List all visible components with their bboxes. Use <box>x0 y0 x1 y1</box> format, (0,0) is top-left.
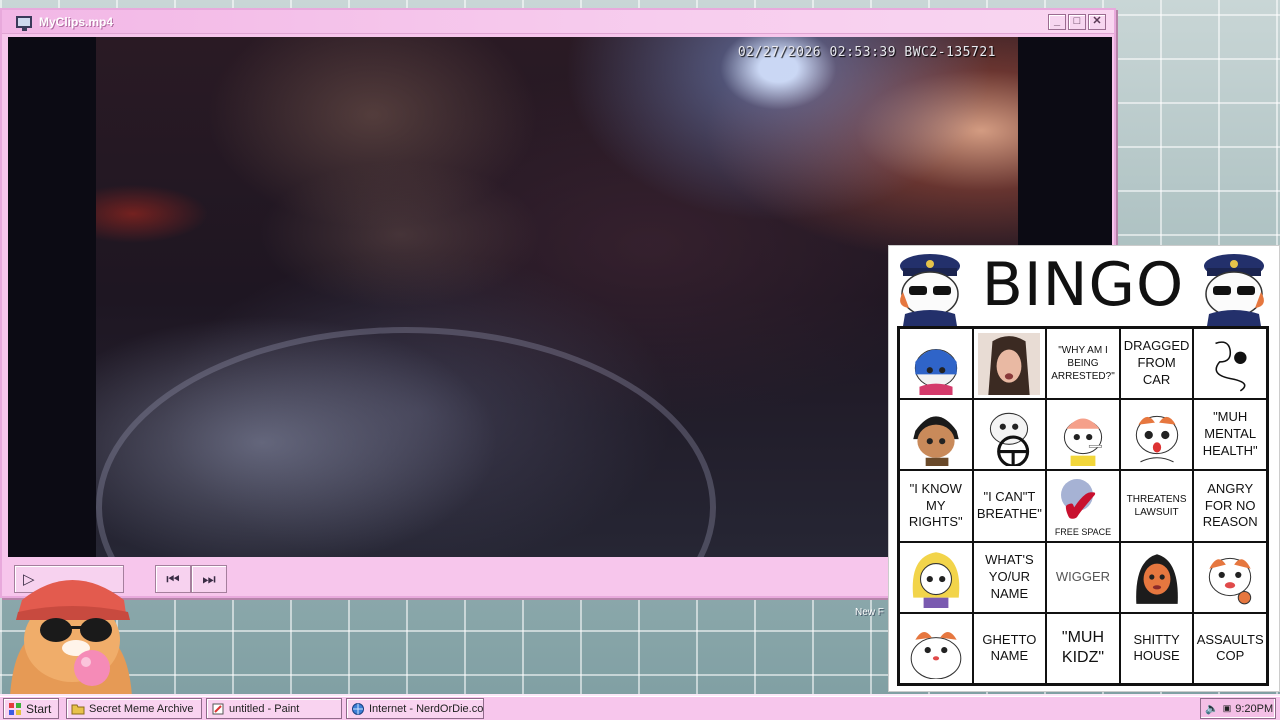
bingo-cell <box>972 399 1047 471</box>
cat-with-bottle-image <box>1209 558 1252 605</box>
close-button[interactable]: ✕ <box>1088 14 1106 30</box>
police-cat-icon <box>900 254 960 326</box>
bingo-cell <box>1119 541 1194 613</box>
taskbar-item-label: untitled - Paint <box>229 702 300 715</box>
bingo-cell-text: GHETTO NAME <box>982 631 1037 664</box>
windows-logo-icon <box>9 702 21 715</box>
bingo-cell-text: SHITTY HOUSE <box>1133 631 1180 664</box>
cat-with-curly-hair-image <box>913 416 959 466</box>
bingo-cell-text: WIGGER <box>1055 568 1111 584</box>
bingo-cell: SHITTY HOUSE <box>1119 612 1194 684</box>
police-cat-icon <box>1204 254 1264 326</box>
bingo-cell-text: WHAT'S YO/UR NAME <box>985 551 1034 601</box>
bingo-cell-text: "I KNOW MY RIGHTS" <box>908 480 963 530</box>
bingo-cell: ✔ FREE SPACE <box>1046 470 1120 542</box>
monitor-icon <box>16 15 32 31</box>
bingo-cell <box>972 328 1047 400</box>
taskbar: Start Secret Meme Archive untitled - Pai… <box>0 694 1280 720</box>
bingo-cell <box>899 612 973 684</box>
previous-button[interactable]: ⏮ <box>155 565 191 593</box>
clock: 9:20PM <box>1235 702 1274 715</box>
bingo-cell: GHETTO NAME <box>972 612 1047 684</box>
bingo-cell: "WHY AM I BEING ARRESTED?" <box>1046 328 1120 400</box>
free-space-label: FREE SPACE <box>1054 526 1112 537</box>
bingo-cell: "MUH MENTAL HEALTH" <box>1193 399 1267 471</box>
bodycam-timestamp: 02/27/2026 02:53:39 BWC2-135721 <box>737 45 996 60</box>
taskbar-item-paint[interactable]: untitled - Paint <box>206 698 342 719</box>
cat-with-headscarf-image <box>914 348 957 395</box>
bingo-cell-text: "MUH MENTAL HEALTH" <box>1202 409 1258 459</box>
bingo-cell <box>899 328 973 400</box>
system-tray: 🔈 ▣ 9:20PM <box>1200 698 1276 719</box>
cat-shocked-image <box>1135 415 1178 463</box>
bingo-cell: THREATENS LAWSUIT <box>1119 470 1194 542</box>
cat-smoking-image <box>1063 418 1103 466</box>
playback-controls: ▷ ⏮ ⏭ <box>8 561 888 597</box>
skip-back-icon: ⏮ <box>166 570 180 588</box>
bingo-grid: "WHY AM I BEING ARRESTED?" DRAGGED FROM C… <box>897 326 1269 686</box>
bingo-cell-text: ASSAULTS COP <box>1196 631 1264 664</box>
bingo-title: BINGO <box>981 250 1185 320</box>
cat-mascot-image <box>10 580 132 696</box>
next-button[interactable]: ⏭ <box>191 565 227 593</box>
bingo-cell: WHAT'S YO/UR NAME <box>972 541 1047 613</box>
bingo-cell-text: THREATENS LAWSUIT <box>1126 493 1187 518</box>
bingo-cell-text: "WHY AM I BEING ARRESTED?" <box>1051 345 1115 383</box>
taskbar-item-secret-meme-archive[interactable]: Secret Meme Archive <box>66 698 202 719</box>
title-bar[interactable]: MyClips.mp4 _ □ ✕ <box>2 10 1114 34</box>
desktop-icon-label[interactable]: New F <box>855 607 884 618</box>
window-title: MyClips.mp4 <box>39 14 114 29</box>
cat-driving-image <box>990 412 1030 466</box>
bingo-cell <box>1046 399 1120 471</box>
paint-icon <box>212 703 224 714</box>
taskbar-item-label: Secret Meme Archive <box>89 702 194 715</box>
taskbar-item-label: Internet - NerdOrDie.com <box>369 702 484 715</box>
bingo-cell <box>1193 328 1267 400</box>
video-frame: 02/27/2026 02:53:39 BWC2-135721 <box>96 37 1018 557</box>
bingo-cell-text: "MUH KIDZ" <box>1061 628 1105 667</box>
bingo-cell <box>1119 399 1194 471</box>
bingo-cell: "I CAN"T BREATHE" <box>972 470 1047 542</box>
bingo-cell-text: ANGRY FOR NO REASON <box>1202 480 1258 530</box>
bingo-cell: ANGRY FOR NO REASON <box>1193 470 1267 542</box>
bingo-cell-text: DRAGGED FROM CAR <box>1123 338 1190 388</box>
start-label: Start <box>26 701 52 716</box>
cat-in-hijab-image <box>1135 554 1178 605</box>
bingo-cell: ASSAULTS COP <box>1193 612 1267 684</box>
chubby-cat-image <box>910 632 962 680</box>
bingo-cell: DRAGGED FROM CAR <box>1119 328 1194 400</box>
bingo-card: BINGO "WHY AM I BEING ARRESTED?" DRAGGED … <box>888 245 1280 692</box>
skip-forward-icon: ⏭ <box>202 570 216 588</box>
bingo-cell <box>1193 541 1267 613</box>
bingo-cell: "I KNOW MY RIGHTS" <box>899 470 973 542</box>
bingo-cell-text: "I CAN"T BREATHE" <box>976 489 1042 521</box>
minimize-button[interactable]: _ <box>1048 14 1066 30</box>
network-icon[interactable]: ▣ <box>1223 703 1232 714</box>
bingo-cell: WIGGER <box>1046 541 1120 613</box>
internet-icon <box>352 702 364 715</box>
bingo-cell <box>899 541 973 613</box>
swirl-line-drawing-image <box>1215 340 1247 392</box>
taskbar-item-internet[interactable]: Internet - NerdOrDie.com <box>346 698 484 719</box>
bingo-cell: "MUH KIDZ" <box>1046 612 1120 684</box>
bingo-cell <box>899 399 973 471</box>
start-button[interactable]: Start <box>3 698 59 719</box>
crying-woman-photo-image <box>978 332 1041 395</box>
steering-wheel-shape <box>96 327 716 557</box>
maximize-button[interactable]: □ <box>1068 14 1086 30</box>
speaker-icon[interactable]: 🔈 <box>1205 702 1219 715</box>
folder-icon <box>71 704 85 714</box>
blonde-cat-image <box>912 552 960 609</box>
